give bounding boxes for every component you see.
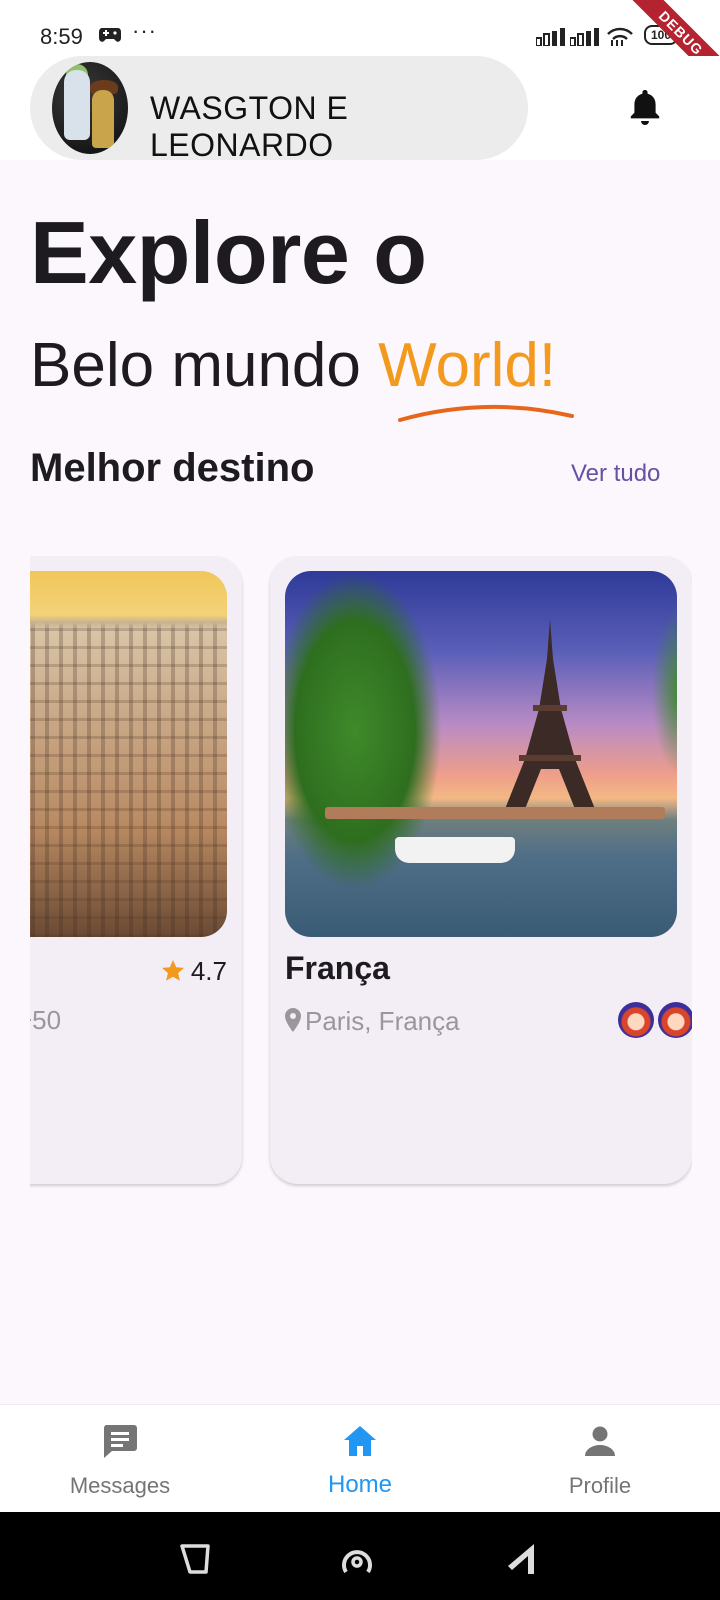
nav-item-messages[interactable]: Messages — [0, 1405, 240, 1513]
gamepad-icon — [98, 26, 122, 49]
rating: 4.7 — [161, 956, 227, 990]
wifi-icon — [606, 26, 634, 51]
boat-graphic — [395, 837, 515, 863]
nav-item-home[interactable]: Home — [240, 1405, 480, 1513]
nav-label: Home — [327, 1471, 393, 1498]
subline: Belo mundo World! — [30, 330, 556, 401]
avatar — [52, 62, 128, 154]
headline: Explore o — [30, 203, 427, 302]
app-bar: WASGTON E LEONARDO — [0, 56, 720, 163]
eiffel-tower-graphic — [505, 619, 595, 809]
user-chip[interactable]: WASGTON E LEONARDO — [30, 56, 528, 163]
destination-location: Paris, França — [285, 1006, 460, 1039]
more-icon: ··· — [132, 18, 157, 43]
see-all-link[interactable]: Ver tudo — [571, 460, 660, 488]
status-time: 8:59 — [40, 24, 83, 49]
message-icon — [104, 1425, 137, 1458]
underline-swoosh — [398, 404, 574, 422]
nav-item-profile[interactable]: Profile — [480, 1405, 720, 1513]
visitor-avatars: +50 — [30, 1002, 61, 1038]
destination-title: França — [285, 950, 390, 986]
star-icon — [161, 959, 185, 990]
section-title: Melhor destino — [30, 446, 315, 490]
subline-prefix: Belo mundo — [30, 331, 361, 400]
visitor-count: +50 — [30, 1004, 62, 1035]
location-label: Paris, França — [305, 1006, 460, 1036]
system-navigation-bar — [0, 1512, 720, 1600]
location-pin-icon — [285, 1008, 301, 1039]
home-icon — [344, 1426, 376, 1456]
home-system-icon[interactable] — [340, 1542, 374, 1581]
status-bar: 8:59 ··· 100 DEBUG — [0, 0, 720, 94]
bottom-navigation: Messages Home Profile — [0, 1404, 720, 1512]
visitor-avatar — [618, 1002, 654, 1038]
nav-label: Messages — [69, 1473, 171, 1498]
destination-carousel[interactable]: 4.7 +50 França Paris, França — [30, 556, 692, 1188]
rating-value: 4.7 — [190, 956, 227, 986]
subline-accent: World! — [378, 331, 557, 400]
user-name: WASGTON E LEONARDO — [150, 90, 349, 163]
nav-label: Profile — [568, 1473, 632, 1498]
signal-icon — [535, 28, 566, 51]
destination-card[interactable]: França Paris, França — [270, 556, 692, 1184]
visitor-avatars — [618, 1002, 692, 1038]
destination-image — [30, 571, 227, 937]
back-icon[interactable] — [506, 1542, 540, 1581]
person-icon — [585, 1426, 615, 1456]
recent-apps-icon[interactable] — [178, 1542, 212, 1581]
destination-card[interactable]: 4.7 +50 — [30, 556, 242, 1184]
destination-image — [285, 571, 677, 937]
bridge-graphic — [325, 807, 665, 819]
bell-icon[interactable] — [628, 88, 662, 131]
signal-icon-secondary — [569, 28, 600, 51]
visitor-avatar — [658, 1002, 692, 1038]
